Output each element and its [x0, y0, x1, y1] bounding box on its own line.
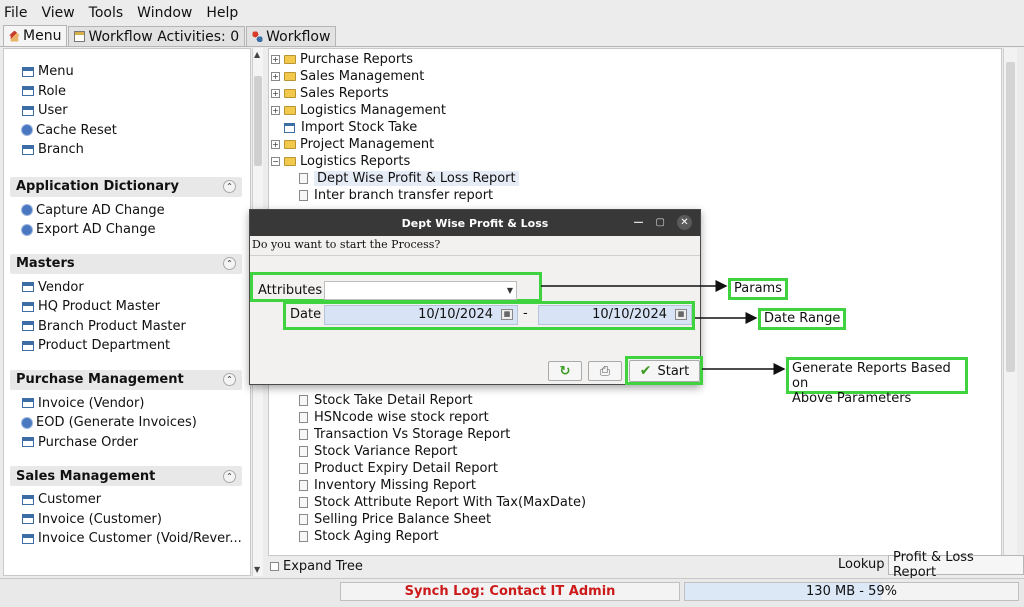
- callout-generate-line2: Above Parameters: [792, 391, 912, 406]
- callout-date-range: Date Range: [758, 308, 847, 330]
- callout-generate-line1: Generate Reports Based on: [792, 361, 951, 391]
- callout-generate-reports: Generate Reports Based on Above Paramete…: [786, 357, 968, 406]
- annotation-arrows: [541, 280, 786, 375]
- callout-params: Params: [728, 278, 788, 300]
